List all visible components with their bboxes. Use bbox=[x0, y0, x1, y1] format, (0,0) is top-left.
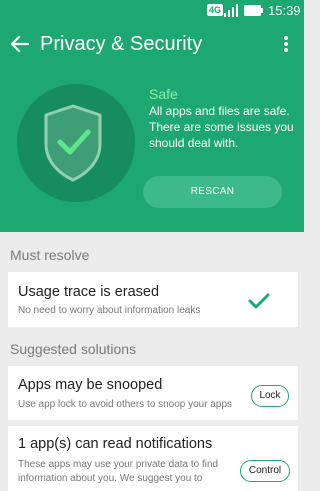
check-icon bbox=[248, 293, 270, 309]
more-options-icon[interactable] bbox=[280, 34, 292, 54]
battery-icon bbox=[244, 5, 263, 16]
card-description: No need to worry about information leaks bbox=[18, 305, 201, 316]
page-title: Privacy & Security bbox=[40, 33, 203, 55]
rescan-button[interactable]: RESCAN bbox=[143, 176, 282, 208]
card-title: 1 app(s) can read notifications bbox=[18, 436, 213, 452]
suggestion-card-notifications[interactable]: 1 app(s) can read notifications These ap… bbox=[8, 426, 298, 491]
back-arrow-icon[interactable] bbox=[8, 32, 32, 56]
lock-button[interactable]: Lock bbox=[251, 385, 289, 407]
card-description: These apps may use your private data to … bbox=[18, 459, 219, 484]
section-title-suggested: Suggested solutions bbox=[10, 341, 137, 357]
control-button[interactable]: Control bbox=[240, 460, 290, 482]
card-title: Apps may be snooped bbox=[18, 377, 163, 393]
network-type-badge: 4G bbox=[207, 4, 224, 16]
shield-check-icon bbox=[44, 104, 102, 182]
card-description: Use app lock to avoid others to snoop yo… bbox=[18, 399, 233, 410]
safety-status-description: All apps and files are safe. There are s… bbox=[149, 104, 294, 150]
signal-icon bbox=[224, 4, 238, 17]
card-title: Usage trace is erased bbox=[18, 284, 160, 300]
clock: 15:39 bbox=[268, 3, 301, 18]
safety-status-label: Safe bbox=[149, 86, 178, 102]
suggestion-card-app-lock[interactable]: Apps may be snooped Use app lock to avoi… bbox=[8, 366, 298, 420]
section-title-must-resolve: Must resolve bbox=[10, 247, 90, 263]
status-bar: 4G 15:39 bbox=[0, 0, 304, 22]
must-resolve-card[interactable]: Usage trace is erased No need to worry a… bbox=[8, 272, 298, 327]
